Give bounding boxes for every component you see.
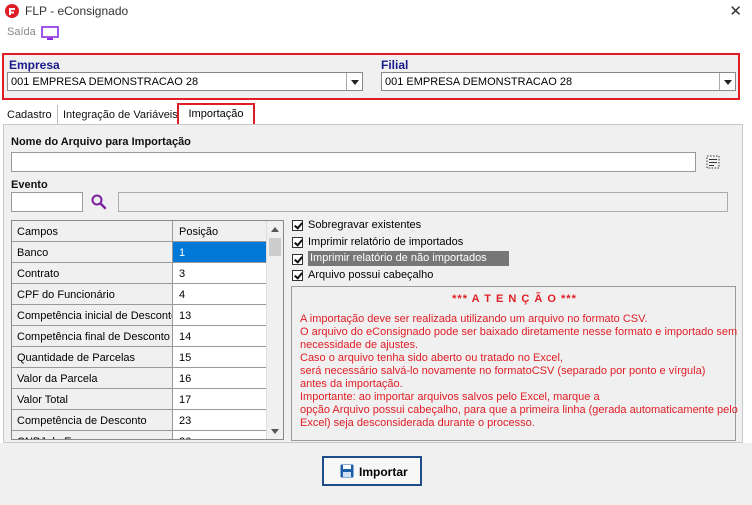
checkbox-checked-icon[interactable]	[292, 254, 303, 265]
empresa-label: Empresa	[9, 58, 60, 72]
chevron-down-icon[interactable]	[719, 73, 735, 90]
table-row[interactable]: CNPJ da Empresa 26	[12, 431, 268, 439]
table-row[interactable]: Quantidade de Parcelas 15	[12, 347, 268, 368]
filial-select[interactable]: 001 EMPRESA DEMONSTRACAO 28	[381, 72, 736, 91]
table-row[interactable]: Valor Total 17	[12, 389, 268, 410]
chevron-down-icon[interactable]	[267, 423, 283, 439]
tab-integracao-variaveis[interactable]: Integração de Variáveis	[58, 105, 184, 125]
table-row[interactable]: Competência de Desconto 23	[12, 410, 268, 431]
exit-button[interactable]: Saída	[7, 26, 36, 38]
checkbox-checked-icon[interactable]	[292, 237, 303, 248]
search-icon[interactable]	[90, 193, 107, 210]
scrollbar-thumb[interactable]	[269, 238, 281, 256]
table-row[interactable]: Competência inicial de Desconto 13	[12, 305, 268, 326]
table-row[interactable]: Competência final de Desconto 14	[12, 326, 268, 347]
grid-header: Campos Posição	[12, 221, 268, 242]
event-description-field	[118, 192, 728, 212]
app-logo-icon	[5, 4, 19, 18]
table-row[interactable]: Contrato 3	[12, 263, 268, 284]
import-button-label: Importar	[359, 465, 408, 479]
event-code-input[interactable]	[11, 192, 83, 212]
fields-grid[interactable]: Campos Posição Banco 1 Contrato 3 CPF do…	[11, 220, 284, 440]
file-name-label: Nome do Arquivo para Importação	[11, 136, 191, 148]
tab-importacao[interactable]: Importação	[177, 103, 255, 126]
table-row[interactable]: Banco 1	[12, 242, 268, 263]
save-icon	[340, 464, 354, 478]
checkbox-checked-icon[interactable]	[292, 220, 303, 231]
header-posicao: Posição	[173, 221, 267, 242]
grid-scrollbar[interactable]	[266, 221, 283, 439]
monitor-icon[interactable]	[41, 26, 59, 41]
tab-bar: Cadastro Integração de Variáveis Importa…	[0, 103, 752, 126]
table-row[interactable]: CPF do Funcionário 4	[12, 284, 268, 305]
empresa-select[interactable]: 001 EMPRESA DEMONSTRACAO 28	[7, 72, 363, 91]
footer: Importar	[0, 443, 752, 505]
warning-box: *** A T E N Ç Ã O *** A importação deve …	[291, 286, 738, 441]
filial-label: Filial	[381, 58, 409, 72]
warning-title: *** A T E N Ç Ã O ***	[452, 293, 577, 305]
event-label: Evento	[11, 179, 48, 191]
empresa-value: 001 EMPRESA DEMONSTRACAO 28	[11, 76, 199, 88]
header-campos: Campos	[12, 221, 173, 242]
filial-value: 001 EMPRESA DEMONSTRACAO 28	[385, 76, 573, 88]
checkbox-checked-icon[interactable]	[292, 270, 303, 281]
title-bar: FLP - eConsignado ✕	[0, 0, 752, 22]
chevron-down-icon[interactable]	[346, 73, 362, 90]
import-button[interactable]: Importar	[322, 456, 422, 486]
company-branch-box: Empresa 001 EMPRESA DEMONSTRACAO 28 Fili…	[2, 53, 740, 100]
chevron-up-icon[interactable]	[267, 221, 283, 237]
tab-cadastro[interactable]: Cadastro	[2, 105, 58, 125]
toolbar: Saída	[0, 22, 752, 44]
file-name-input[interactable]	[11, 152, 696, 172]
table-row[interactable]: Valor da Parcela 16	[12, 368, 268, 389]
window-title: FLP - eConsignado	[25, 4, 129, 18]
browse-file-icon[interactable]	[705, 154, 721, 170]
close-button[interactable]: ✕	[729, 2, 742, 20]
